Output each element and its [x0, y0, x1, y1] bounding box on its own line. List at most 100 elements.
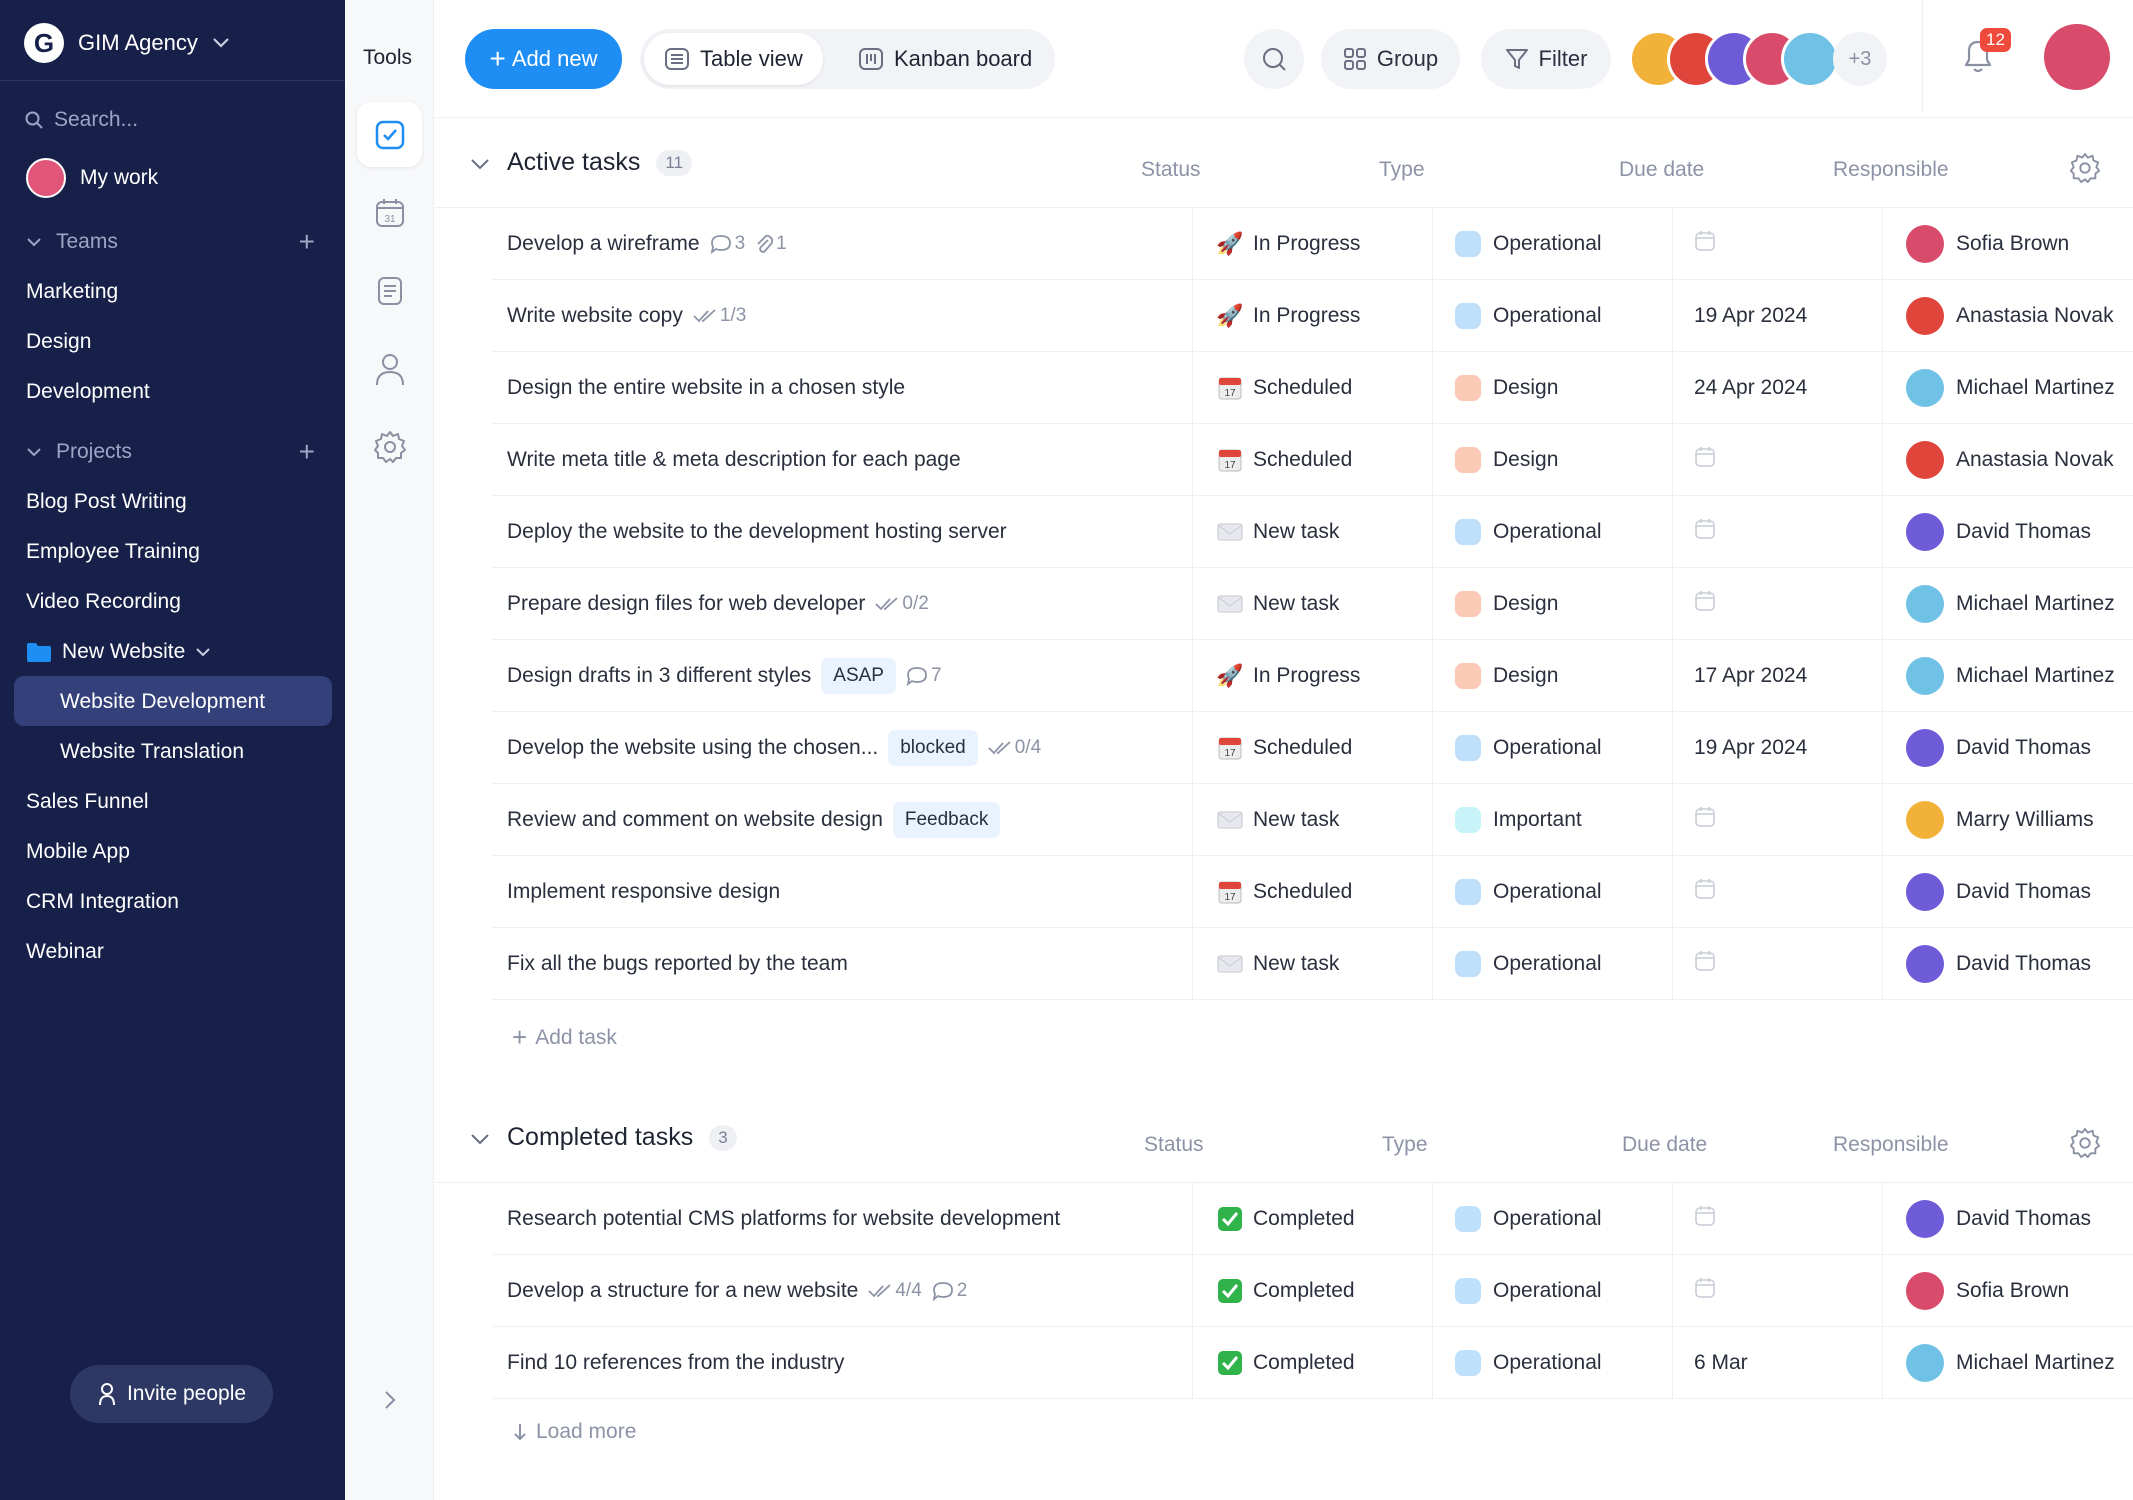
- status-cell[interactable]: New task: [1217, 568, 1339, 640]
- tool-tasks[interactable]: [357, 102, 422, 167]
- type-cell[interactable]: Operational: [1455, 496, 1602, 568]
- sidebar-item-team[interactable]: Development: [26, 380, 150, 404]
- responsible-cell[interactable]: Anastasia Novak: [1906, 424, 2114, 496]
- task-name-cell[interactable]: Find 10 references from the industry: [507, 1327, 1107, 1399]
- sidebar-item-project[interactable]: CRM Integration: [26, 890, 179, 914]
- status-cell[interactable]: 🚀 In Progress: [1216, 208, 1360, 280]
- tool-settings[interactable]: [357, 414, 422, 479]
- workspace-switcher[interactable]: G GIM Agency: [24, 22, 230, 64]
- column-header-due-date[interactable]: Due date: [1622, 1133, 1707, 1157]
- responsible-cell[interactable]: Anastasia Novak: [1906, 280, 2114, 352]
- task-name-cell[interactable]: Design the entire website in a chosen st…: [507, 352, 1107, 424]
- sidebar-item-project[interactable]: Webinar: [26, 940, 104, 964]
- due-date-cell[interactable]: [1694, 784, 1716, 856]
- column-header-status[interactable]: Status: [1141, 158, 1201, 182]
- status-cell[interactable]: 17 Scheduled: [1217, 424, 1352, 496]
- type-cell[interactable]: Important: [1455, 784, 1582, 856]
- task-name-cell[interactable]: Develop a wireframe 3 1: [507, 208, 1107, 280]
- chevron-right-icon[interactable]: [383, 1390, 397, 1410]
- type-cell[interactable]: Design: [1455, 568, 1558, 640]
- add-new-button[interactable]: + Add new: [465, 29, 622, 89]
- due-date-cell[interactable]: 17 Apr 2024: [1694, 640, 1807, 712]
- table-row[interactable]: Implement responsive design 17 Scheduled Op…: [492, 856, 2133, 928]
- type-cell[interactable]: Operational: [1455, 712, 1602, 784]
- tab-kanban-board[interactable]: Kanban board: [838, 33, 1052, 85]
- type-cell[interactable]: Operational: [1455, 1183, 1602, 1255]
- task-name-cell[interactable]: Develop the website using the chosen... b…: [507, 712, 1107, 784]
- sidebar-item-project[interactable]: Mobile App: [26, 840, 130, 864]
- type-cell[interactable]: Operational: [1455, 280, 1602, 352]
- responsible-cell[interactable]: Sofia Brown: [1906, 1255, 2069, 1327]
- status-cell[interactable]: New task: [1217, 496, 1339, 568]
- due-date-cell[interactable]: [1694, 496, 1716, 568]
- sidebar-item-project[interactable]: Blog Post Writing: [26, 490, 187, 514]
- more-members-button[interactable]: +3: [1833, 32, 1887, 86]
- chevron-down-icon[interactable]: [470, 158, 490, 170]
- responsible-cell[interactable]: Michael Martinez: [1906, 1327, 2115, 1399]
- add-project-icon[interactable]: +: [299, 436, 315, 468]
- tool-docs[interactable]: [357, 258, 422, 323]
- column-header-responsible[interactable]: Responsible: [1833, 158, 1949, 182]
- column-header-type[interactable]: Type: [1382, 1133, 1428, 1157]
- table-row[interactable]: Design drafts in 3 different styles ASAP 7…: [492, 640, 2133, 712]
- responsible-cell[interactable]: David Thomas: [1906, 496, 2091, 568]
- table-row[interactable]: Write meta title & meta description for …: [492, 424, 2133, 496]
- sidebar-item-website-development[interactable]: Website Development: [60, 690, 265, 714]
- type-cell[interactable]: Operational: [1455, 928, 1602, 1000]
- status-cell[interactable]: Completed: [1217, 1327, 1355, 1399]
- due-date-cell[interactable]: [1694, 568, 1716, 640]
- responsible-cell[interactable]: David Thomas: [1906, 712, 2091, 784]
- task-name-cell[interactable]: Write meta title & meta description for …: [507, 424, 1107, 496]
- table-row[interactable]: Research potential CMS platforms for web…: [492, 1183, 2133, 1255]
- responsible-cell[interactable]: Michael Martinez: [1906, 640, 2115, 712]
- task-name-cell[interactable]: Design drafts in 3 different styles ASAP 7: [507, 640, 1107, 712]
- sidebar-item-project[interactable]: Video Recording: [26, 590, 181, 614]
- status-cell[interactable]: 🚀 In Progress: [1216, 640, 1360, 712]
- column-header-responsible[interactable]: Responsible: [1833, 1133, 1949, 1157]
- gear-icon[interactable]: [2069, 152, 2101, 184]
- invite-people-button[interactable]: Invite people: [70, 1365, 273, 1423]
- responsible-cell[interactable]: Michael Martinez: [1906, 568, 2115, 640]
- table-row[interactable]: Find 10 references from the industry Comp…: [492, 1327, 2133, 1399]
- table-row[interactable]: Write website copy 1/3 🚀 In Progress Operati…: [492, 280, 2133, 352]
- responsible-cell[interactable]: Sofia Brown: [1906, 208, 2069, 280]
- due-date-cell[interactable]: 6 Mar: [1694, 1327, 1748, 1399]
- column-header-due-date[interactable]: Due date: [1619, 158, 1704, 182]
- column-header-status[interactable]: Status: [1144, 1133, 1204, 1157]
- status-cell[interactable]: 17 Scheduled: [1217, 856, 1352, 928]
- type-cell[interactable]: Design: [1455, 424, 1558, 496]
- task-name-cell[interactable]: Prepare design files for web developer 0/…: [507, 568, 1107, 640]
- sidebar-item-project[interactable]: Sales Funnel: [26, 790, 149, 814]
- table-row[interactable]: Review and comment on website design Feed…: [492, 784, 2133, 856]
- member-avatars[interactable]: [1629, 30, 1839, 88]
- tool-people[interactable]: [357, 336, 422, 401]
- filter-button[interactable]: Filter: [1481, 29, 1611, 89]
- sidebar-item-website-translation[interactable]: Website Translation: [60, 740, 244, 764]
- sidebar-item-team[interactable]: Marketing: [26, 280, 118, 304]
- tab-table-view[interactable]: Table view: [644, 33, 823, 85]
- user-avatar[interactable]: [2044, 24, 2110, 90]
- table-row[interactable]: Develop a structure for a new website 4/4…: [492, 1255, 2133, 1327]
- due-date-cell[interactable]: 24 Apr 2024: [1694, 352, 1807, 424]
- type-cell[interactable]: Design: [1455, 352, 1558, 424]
- sidebar-section-projects[interactable]: Projects: [26, 440, 132, 464]
- status-cell[interactable]: 17 Scheduled: [1217, 352, 1352, 424]
- task-name-cell[interactable]: Deploy the website to the development ho…: [507, 496, 1107, 568]
- sidebar-section-teams[interactable]: Teams: [26, 230, 316, 254]
- table-row[interactable]: Design the entire website in a chosen st…: [492, 352, 2133, 424]
- sidebar-search[interactable]: Search...: [24, 108, 138, 132]
- status-cell[interactable]: New task: [1217, 784, 1339, 856]
- task-name-cell[interactable]: Research potential CMS platforms for web…: [507, 1183, 1107, 1255]
- sidebar-item-project[interactable]: Employee Training: [26, 540, 200, 564]
- due-date-cell[interactable]: 19 Apr 2024: [1694, 712, 1807, 784]
- sidebar-item-my-work[interactable]: My work: [26, 158, 158, 198]
- table-row[interactable]: Develop a wireframe 3 1 🚀 In Progress Operati…: [492, 208, 2133, 280]
- load-more-button[interactable]: Load more: [512, 1420, 636, 1444]
- due-date-cell[interactable]: [1694, 1183, 1716, 1255]
- gear-icon[interactable]: [2069, 1127, 2101, 1159]
- table-row[interactable]: Deploy the website to the development ho…: [492, 496, 2133, 568]
- sidebar-folder-new-website[interactable]: New Website: [26, 640, 211, 664]
- responsible-cell[interactable]: David Thomas: [1906, 1183, 2091, 1255]
- column-header-type[interactable]: Type: [1379, 158, 1425, 182]
- status-cell[interactable]: 🚀 In Progress: [1216, 280, 1360, 352]
